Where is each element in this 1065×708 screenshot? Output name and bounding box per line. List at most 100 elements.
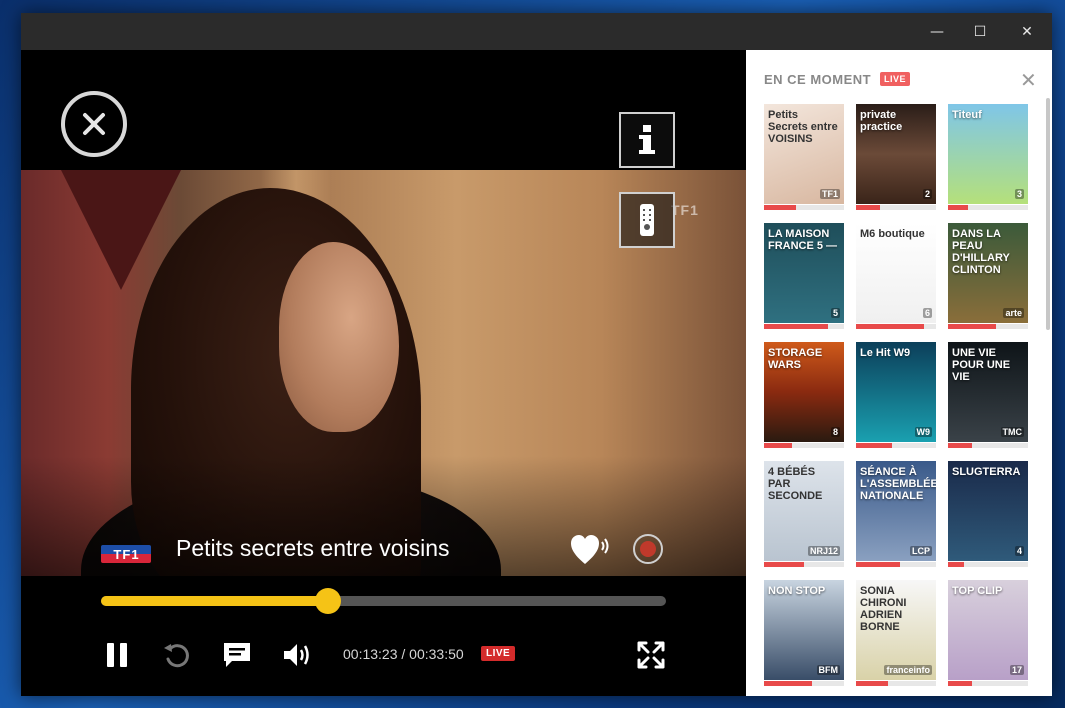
info-icon <box>639 125 655 154</box>
tile-channel-logo: TMC <box>1000 427 1024 437</box>
logo-letter: 1 <box>131 546 139 562</box>
tile-channel-logo: TF1 <box>819 189 840 199</box>
tile-caption: Le Hit W9 <box>860 347 911 359</box>
now-playing-panel: EN CE MOMENT LIVE ✕ Petits Secrets entre… <box>746 50 1052 696</box>
tile-caption: private practice <box>860 109 903 133</box>
tile-caption: SLUGTERRA <box>952 466 1021 478</box>
tile-progress-fill <box>764 562 804 567</box>
tile-channel-logo: 8 <box>830 427 840 437</box>
maximize-button[interactable]: ☐ <box>957 13 1003 50</box>
close-icon: ✕ <box>1020 68 1037 92</box>
tile-channel-logo: 2 <box>922 189 932 199</box>
tile-progress-bar <box>856 443 936 448</box>
close-player-button[interactable] <box>61 91 127 157</box>
channel-tile[interactable]: TOP CLIP 17 <box>948 580 1028 686</box>
minimize-button[interactable]: — <box>914 13 960 50</box>
channel-tile[interactable]: NON STOP BFM <box>764 580 844 686</box>
tile-progress-fill <box>948 205 968 210</box>
tile-progress-bar <box>764 324 844 329</box>
tile-progress-bar <box>948 562 1028 567</box>
logo-letter: F <box>122 546 131 562</box>
tile-progress-bar <box>764 205 844 210</box>
pause-button[interactable] <box>99 638 135 672</box>
tile-progress-fill <box>856 324 924 329</box>
tile-channel-logo: franceinfo <box>884 665 932 675</box>
channel-logo-tf1: T F 1 <box>101 545 151 563</box>
progress-handle[interactable] <box>315 588 342 614</box>
close-window-button[interactable]: ✕ <box>1004 13 1050 50</box>
tile-channel-logo: LCP <box>910 546 932 556</box>
tile-progress-fill <box>948 681 972 686</box>
tile-caption: Petits Secrets entre VOISINS <box>768 109 838 145</box>
tile-progress-bar <box>856 562 936 567</box>
remote-icon <box>640 204 654 236</box>
tile-progress-fill <box>948 324 996 329</box>
fullscreen-button[interactable] <box>633 638 669 672</box>
tile-progress-fill <box>948 443 972 448</box>
progress-bar[interactable] <box>101 588 666 614</box>
tile-caption: NON STOP <box>768 585 826 597</box>
tile-progress-bar <box>764 443 844 448</box>
close-panel-button[interactable]: ✕ <box>1020 68 1037 92</box>
channel-tile[interactable]: SÉANCE À L'ASSEMBLÉE NATIONALE LCP <box>856 461 936 567</box>
tile-channel-logo: NRJ12 <box>807 546 840 556</box>
channel-tile[interactable]: Titeuf 3 <box>948 104 1028 210</box>
volume-button[interactable] <box>279 638 315 672</box>
info-button[interactable] <box>619 112 675 168</box>
tile-progress-bar <box>856 681 936 686</box>
tile-progress-fill <box>948 562 964 567</box>
tile-progress-fill <box>764 205 796 210</box>
channel-tile[interactable]: LA MAISON FRANCE 5 — 5 <box>764 223 844 329</box>
tile-caption: 4 BÉBÉS PAR SECONDE <box>768 466 823 502</box>
channel-tile[interactable]: SONIA CHIRONI ADRIEN BORNE franceinfo <box>856 580 936 686</box>
channel-tile[interactable]: UNE VIE POUR UNE VIE TMC <box>948 342 1028 448</box>
tile-channel-logo: 17 <box>1009 665 1024 675</box>
app-window: — ☐ ✕ TF1 T F 1 Petits secrets entre voi… <box>21 13 1052 696</box>
chat-bubble-icon <box>224 643 250 667</box>
channel-tile[interactable]: Petits Secrets entre VOISINS TF1 <box>764 104 844 210</box>
speaker-icon <box>284 644 309 666</box>
tile-channel-logo: W9 <box>914 427 932 437</box>
panel-live-badge: LIVE <box>880 72 911 86</box>
panel-heading: EN CE MOMENT <box>764 72 872 87</box>
channel-tile[interactable]: 4 BÉBÉS PAR SECONDE NRJ12 <box>764 461 844 567</box>
heart-live-icon <box>571 535 609 564</box>
panel-scrollbar[interactable] <box>1046 98 1050 330</box>
channel-tile[interactable]: SLUGTERRA 4 <box>948 461 1028 567</box>
channel-tile[interactable]: M6 boutique 6 <box>856 223 936 329</box>
tile-caption: TOP CLIP <box>952 585 1003 597</box>
time-display: 00:13:23 / 00:33:50 <box>343 646 464 662</box>
tile-progress-fill <box>764 681 812 686</box>
record-button[interactable] <box>633 534 663 564</box>
record-icon <box>640 541 656 557</box>
tile-channel-logo: BFM <box>816 665 840 675</box>
tile-progress-bar <box>856 205 936 210</box>
video-player[interactable]: TF1 T F 1 Petits secrets entre voisins 0… <box>21 50 746 696</box>
tile-progress-bar <box>856 324 936 329</box>
channel-tile[interactable]: private practice 2 <box>856 104 936 210</box>
subtitles-button[interactable] <box>219 638 255 672</box>
tile-progress-fill <box>856 443 892 448</box>
tile-channel-logo: 4 <box>1014 546 1024 556</box>
logo-letter: T <box>113 546 122 562</box>
tile-progress-fill <box>764 443 792 448</box>
channel-tile[interactable]: Le Hit W9 W9 <box>856 342 936 448</box>
remote-control-button[interactable] <box>619 192 675 248</box>
tile-progress-bar <box>764 681 844 686</box>
tile-progress-fill <box>856 562 900 567</box>
tile-caption: SONIA CHIRONI ADRIEN BORNE <box>860 585 907 633</box>
title-bar: — ☐ ✕ <box>21 13 1052 50</box>
tile-progress-fill <box>764 324 828 329</box>
replay-icon <box>164 644 189 668</box>
favorite-button[interactable] <box>571 534 611 568</box>
channel-tile[interactable]: DANS LA PEAU D'HILLARY CLINTON arte <box>948 223 1028 329</box>
tile-channel-logo: 5 <box>830 308 840 318</box>
tile-progress-fill <box>856 205 880 210</box>
tile-progress-bar <box>948 205 1028 210</box>
tile-channel-logo: 6 <box>922 308 932 318</box>
progress-fill <box>101 596 329 606</box>
tile-progress-bar <box>948 443 1028 448</box>
tile-caption: DANS LA PEAU D'HILLARY CLINTON <box>952 228 1010 276</box>
channel-tile[interactable]: STORAGE WARS 8 <box>764 342 844 448</box>
restart-button[interactable] <box>159 638 195 672</box>
